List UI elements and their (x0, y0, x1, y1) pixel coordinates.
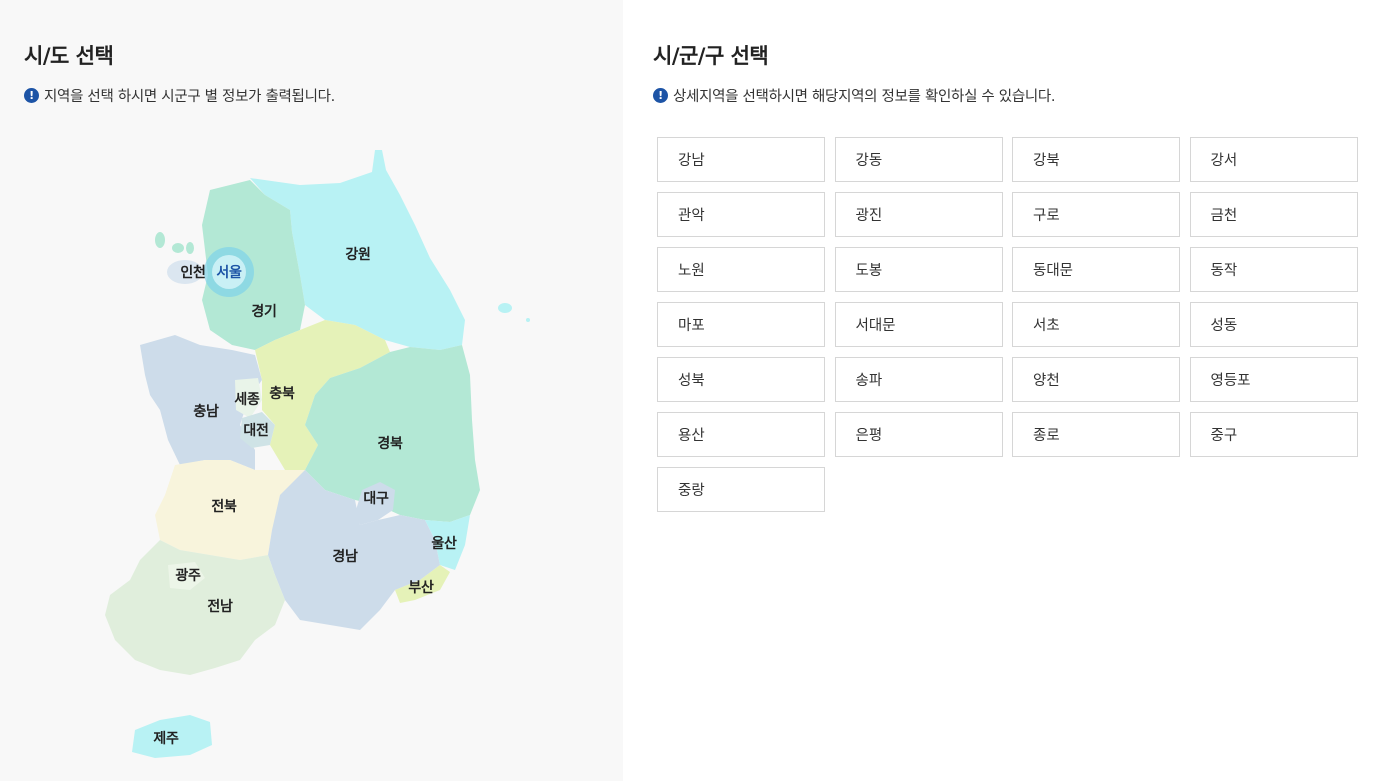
region-label-gangwon[interactable]: 강원 (345, 244, 370, 264)
korea-map: 서울 인천 경기 강원 충북 충남 세종 대전 경북 대구 전북 경남 울산 부… (0, 0, 623, 781)
region-label-sejong[interactable]: 세종 (234, 389, 259, 409)
island-shape (172, 243, 184, 253)
region-label-incheon[interactable]: 인천 (180, 262, 205, 282)
district-button[interactable]: 마포 (657, 302, 825, 347)
district-button[interactable]: 동대문 (1012, 247, 1180, 292)
district-button[interactable]: 서초 (1012, 302, 1180, 347)
district-button[interactable]: 종로 (1012, 412, 1180, 457)
district-button[interactable]: 용산 (657, 412, 825, 457)
district-button[interactable]: 강남 (657, 137, 825, 182)
island-shape (526, 318, 530, 322)
district-button[interactable]: 성북 (657, 357, 825, 402)
korea-map-svg (105, 150, 530, 758)
island-shape (186, 242, 194, 254)
district-button[interactable]: 양천 (1012, 357, 1180, 402)
region-label-jeonbuk[interactable]: 전북 (211, 496, 236, 516)
island-shape (155, 232, 165, 248)
district-button[interactable]: 강북 (1012, 137, 1180, 182)
district-button[interactable]: 성동 (1189, 302, 1358, 347)
district-button[interactable]: 송파 (834, 357, 1003, 402)
district-button[interactable]: 광진 (834, 192, 1003, 237)
sigungu-panel-title: 시/군/구 선택 (653, 44, 769, 68)
region-label-ulsan[interactable]: 울산 (431, 533, 456, 553)
exclamation-circle-icon: ! (653, 88, 668, 103)
district-button[interactable]: 동작 (1189, 247, 1358, 292)
sigungu-notice: ! 상세지역을 선택하시면 해당지역의 정보를 확인하실 수 있습니다. (653, 85, 1056, 106)
district-button[interactable]: 금천 (1189, 192, 1358, 237)
sigungu-panel: 시/군/구 선택 ! 상세지역을 선택하시면 해당지역의 정보를 확인하실 수 … (623, 0, 1382, 781)
island-shape (498, 303, 512, 313)
region-label-jeonnam[interactable]: 전남 (207, 596, 232, 616)
region-label-jeju[interactable]: 제주 (153, 728, 178, 748)
district-button[interactable]: 도봉 (834, 247, 1003, 292)
sido-panel-title: 시/도 선택 (24, 44, 114, 68)
region-label-chungbuk[interactable]: 충북 (269, 383, 294, 403)
region-label-gyeongnam[interactable]: 경남 (332, 546, 357, 566)
region-label-busan[interactable]: 부산 (408, 577, 433, 597)
region-jeonnam-shape[interactable] (105, 540, 285, 675)
sido-notice: ! 지역을 선택 하시면 시군구 별 정보가 출력됩니다. (24, 85, 335, 106)
region-label-gwangju[interactable]: 광주 (175, 565, 200, 585)
district-button[interactable]: 서대문 (834, 302, 1003, 347)
region-label-chungnam[interactable]: 충남 (193, 401, 218, 421)
region-label-daegu[interactable]: 대구 (363, 488, 388, 508)
district-button[interactable]: 관악 (657, 192, 825, 237)
exclamation-circle-icon: ! (24, 88, 39, 103)
district-button[interactable]: 중구 (1189, 412, 1358, 457)
district-button[interactable]: 은평 (834, 412, 1003, 457)
sido-notice-text: 지역을 선택 하시면 시군구 별 정보가 출력됩니다. (44, 89, 335, 105)
district-button[interactable]: 구로 (1012, 192, 1180, 237)
sido-panel: 서울 인천 경기 강원 충북 충남 세종 대전 경북 대구 전북 경남 울산 부… (0, 0, 623, 781)
district-button[interactable]: 강서 (1189, 137, 1358, 182)
region-label-seoul[interactable]: 서울 (216, 262, 241, 282)
district-button[interactable]: 중랑 (657, 467, 825, 512)
region-label-daejeon[interactable]: 대전 (243, 420, 268, 440)
region-label-gyeongbuk[interactable]: 경북 (377, 433, 402, 453)
district-button[interactable]: 노원 (657, 247, 825, 292)
district-button[interactable]: 강동 (834, 137, 1003, 182)
sigungu-notice-text: 상세지역을 선택하시면 해당지역의 정보를 확인하실 수 있습니다. (673, 89, 1056, 105)
district-grid: 강남 강동 강북 강서 관악 광진 구로 금천 노원 도봉 동대문 동작 마포 … (657, 137, 1358, 512)
region-label-gyeonggi[interactable]: 경기 (251, 301, 276, 321)
district-button[interactable]: 영등포 (1189, 357, 1358, 402)
